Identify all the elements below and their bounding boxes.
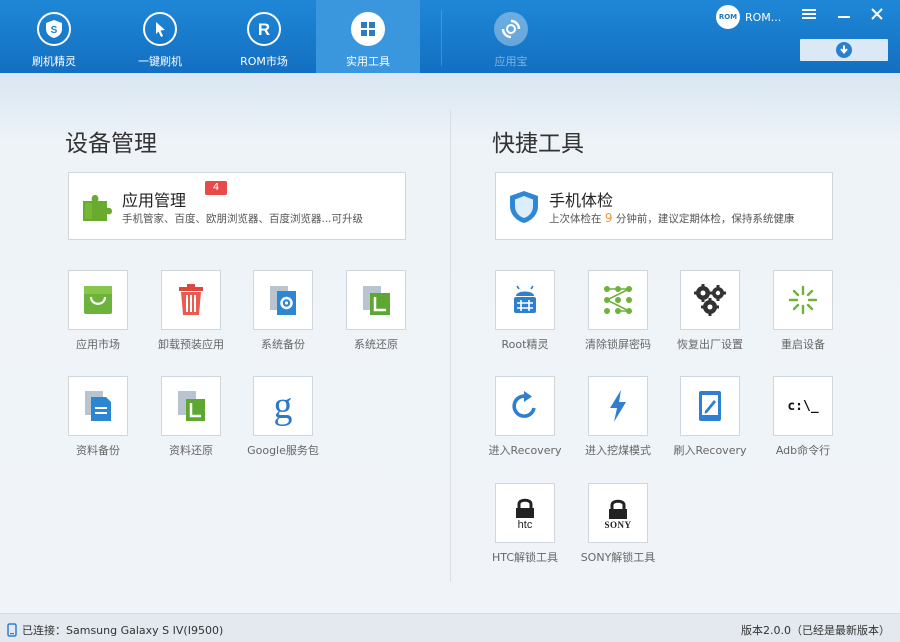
tool-uninstall-preinstalled[interactable] [161,270,221,330]
nav-separator [441,10,442,66]
tool-label: 重启设备 [781,338,825,351]
app-manager-card[interactable]: 应用管理 4 手机管家、百度、欧朋浏览器、百度浏览器...可升级 [68,172,406,240]
tool-label: 系统还原 [354,338,398,351]
download-icon [836,42,852,58]
minimize-icon [838,16,850,18]
tool-system-backup[interactable] [253,270,313,330]
minimize-button[interactable] [833,6,855,26]
tool-app-market[interactable] [68,270,128,330]
cursor-icon [143,12,177,46]
tool-clear-lock-password[interactable] [588,270,648,330]
checkup-time-prefix: 上次体检在 [549,213,602,225]
svg-text:S: S [51,25,58,36]
shield-s-icon: S [37,12,71,46]
tool-label: SONY解锁工具 [580,551,656,564]
checkup-minutes: 9 [604,211,613,225]
card-title: 手机体检 [549,191,614,210]
sony-brand-text: SONY [604,519,632,530]
download-button[interactable] [800,39,888,61]
rom-logo-icon: ROM [716,5,740,29]
tool-factory-reset[interactable] [680,270,740,330]
tool-flash-recovery[interactable] [680,376,740,436]
svg-text:g: g [274,386,293,426]
menu-icon [802,9,816,19]
tool-root-wizard[interactable] [495,270,555,330]
nav-label: 一键刷机 [138,55,182,68]
shopping-bag-icon [84,286,112,314]
card-subtitle: 上次体检在 9 分钟前，建议定期体检，保持系统健康 [549,211,794,226]
version-status: 版本2.0.0（已经是最新版本） [741,624,890,637]
reboot-spinner-icon [788,285,818,315]
connection-status-text: 已连接：Samsung Galaxy S IV(I9500) [22,624,224,637]
tool-adb-command-line[interactable]: c:\_ [773,376,833,436]
root-android-icon [514,285,536,313]
main-nav: S 刷机精灵 一键刷机 R ROM市场 实用工具 [0,0,420,73]
phone-connected-icon [7,623,17,637]
trash-icon [179,284,203,315]
google-icon: g [274,386,293,426]
htc-brand-text: htc [517,518,533,531]
nav-tab-utilities[interactable]: 实用工具 [316,0,420,73]
top-bar: S 刷机精灵 一键刷机 R ROM市场 实用工具 应用宝 ROM ROM... [0,0,900,73]
card-title: 应用管理 [122,191,187,210]
grid-icon [351,12,385,46]
lightning-icon [610,390,626,422]
tool-enter-download-mode[interactable] [588,376,648,436]
update-count-badge: 4 [205,181,227,195]
tool-data-restore[interactable] [161,376,221,436]
svg-text:R: R [258,20,270,39]
nav-tab-app-treasure[interactable]: 应用宝 [470,0,552,73]
rom-brand[interactable]: ROM ROM... [716,5,781,29]
checkup-time-suffix: 分钟前，建议定期体检，保持系统健康 [615,213,795,225]
tool-reboot-device[interactable] [773,270,833,330]
close-icon [871,8,883,20]
data-restore-icon [178,391,205,421]
device-section-title: 设备管理 [65,131,157,157]
status-bar: 已连接：Samsung Galaxy S IV(I9500) 版本2.0.0（已… [0,613,900,642]
nav-tab-one-click-flash[interactable]: 一键刷机 [108,0,212,73]
terminal-icon: c:\_ [787,398,819,414]
quick-section-title: 快捷工具 [492,131,584,157]
tool-htc-unlock[interactable]: htc [495,483,555,543]
data-backup-icon [85,391,111,421]
connection-status: 已连接：Samsung Galaxy S IV(I9500) [6,622,223,638]
gears-icon [694,284,726,316]
close-button[interactable] [866,6,888,26]
phone-checkup-card[interactable]: 手机体检 上次体检在 9 分钟前，建议定期体检，保持系统健康 [495,172,833,240]
nav-label: 刷机精灵 [32,55,76,68]
card-subtitle: 手机管家、百度、欧朋浏览器、百度浏览器...可升级 [122,213,364,225]
tool-sony-unlock[interactable]: SONY [588,483,648,543]
system-backup-icon [270,286,296,315]
shield-check-icon [506,189,542,225]
htc-lock-icon [516,498,534,518]
nav-label: 实用工具 [346,55,390,68]
pattern-lock-icon [604,286,632,314]
tool-data-backup[interactable] [68,376,128,436]
nav-label: ROM市场 [240,55,288,68]
system-restore-icon [363,286,390,315]
tool-system-restore[interactable] [346,270,406,330]
nav-tab-rom-market[interactable]: R ROM市场 [212,0,316,73]
r-icon: R [247,12,281,46]
menu-button[interactable] [798,6,820,26]
nav-tab-flash-wizard[interactable]: S 刷机精灵 [0,0,108,73]
sony-lock-icon [609,499,627,519]
tool-label: Google服务包 [247,444,319,457]
tool-enter-recovery[interactable] [495,376,555,436]
tablet-pen-icon [699,391,721,421]
tool-label: Adb命令行 [775,444,831,457]
app-treasure-icon [494,12,528,46]
rom-brand-text: ROM... [745,10,782,24]
refresh-arrow-icon [512,391,536,418]
nav-label: 应用宝 [494,55,528,68]
puzzle-icon [79,189,115,225]
tool-google-services[interactable]: g [253,376,313,436]
section-divider [450,110,451,582]
